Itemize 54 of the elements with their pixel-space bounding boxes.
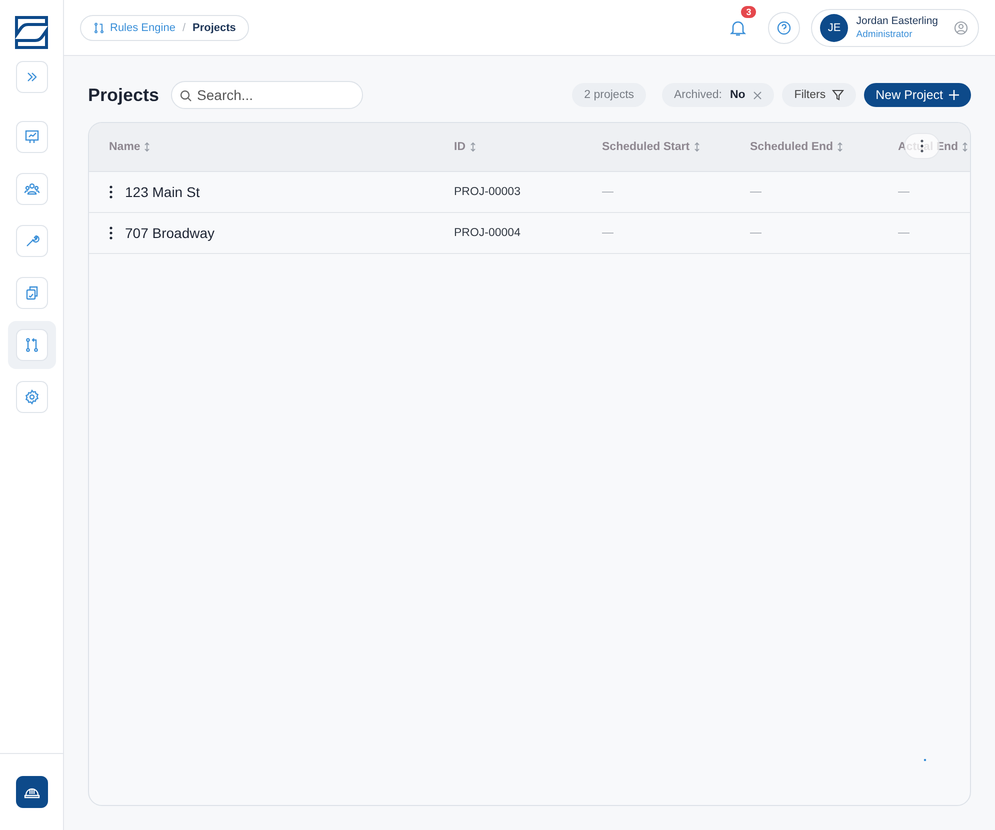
question-icon [777, 20, 792, 34]
branch-icon [93, 20, 105, 34]
notification-badge: 3 [741, 6, 756, 18]
logo [15, 16, 48, 49]
project-id: PROJ-00004 [454, 227, 520, 239]
user-role: Administrator [856, 28, 914, 40]
user-icon [954, 20, 968, 34]
team-icon [24, 181, 40, 197]
nav-button[interactable] [16, 329, 48, 361]
branch-icon [24, 337, 40, 353]
sort-icon [962, 142, 968, 152]
funnel-icon [832, 89, 844, 101]
more-icon[interactable] [109, 185, 113, 199]
nav-button[interactable] [16, 277, 48, 309]
project-id: PROJ-00003 [454, 186, 520, 198]
expand-button[interactable] [16, 61, 48, 93]
close-icon[interactable] [753, 90, 762, 100]
settings-icon [24, 389, 40, 405]
bell-icon[interactable] [729, 18, 748, 36]
user-avatar: JE [820, 14, 848, 42]
breadcrumb-link[interactable]: Projects [192, 22, 236, 34]
filter-chip[interactable]: Archived: No [662, 83, 774, 107]
empty-date: — [602, 227, 614, 239]
project-count: 2 projects [572, 83, 646, 107]
nav-button[interactable] [16, 173, 48, 205]
sort-icon [144, 142, 150, 152]
nav-button[interactable] [16, 381, 48, 413]
plus-icon [949, 90, 959, 100]
documents-icon [24, 285, 40, 301]
nav-button[interactable] [16, 121, 48, 153]
more-icon[interactable] [109, 226, 113, 240]
empty-date: — [750, 227, 762, 239]
page-title: Projects [88, 84, 160, 106]
filters-button[interactable]: Filters [782, 83, 856, 107]
search-icon [180, 90, 192, 102]
new-project-button[interactable]: New Project [864, 83, 971, 107]
nav-button[interactable] [16, 225, 48, 257]
project-name: 123 Main St [125, 184, 200, 200]
sort-icon [837, 142, 844, 152]
empty-date: — [602, 186, 614, 198]
sort-icon [470, 142, 476, 152]
sort-icon [694, 142, 700, 152]
user-menu[interactable]: JE Jordan Easterling Administrator [811, 8, 979, 46]
empty-date: — [898, 186, 910, 198]
empty-date: — [898, 227, 910, 239]
presentation-icon [24, 129, 40, 145]
helmet-button[interactable] [16, 776, 48, 808]
search-field[interactable]: Search... [171, 81, 364, 109]
empty-date: — [750, 186, 762, 198]
user-name: Jordan Easterling [856, 14, 938, 28]
double-chevron-icon [26, 71, 38, 83]
breadcrumb-separator: / [182, 22, 186, 34]
project-name: 707 Broadway [125, 225, 215, 241]
help-button[interactable] [768, 12, 800, 44]
